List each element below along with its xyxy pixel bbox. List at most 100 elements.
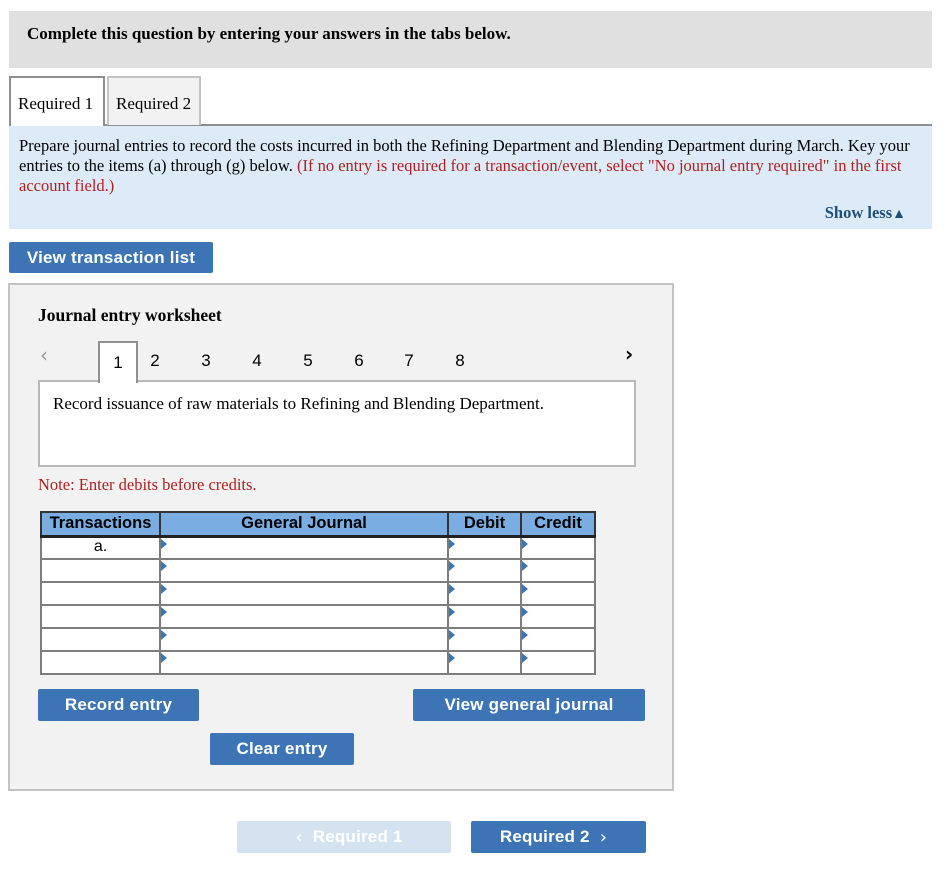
triangle-up-icon: ▲ (892, 207, 906, 222)
debit-field[interactable] (447, 558, 522, 583)
previous-required-label: Required 1 (312, 827, 403, 846)
chevron-left-icon[interactable]: ‹ (40, 343, 48, 367)
show-less-link[interactable]: Show less▲ (825, 203, 906, 225)
page-tab-2[interactable]: 2 (137, 341, 173, 381)
account-field-value[interactable] (161, 606, 447, 627)
debit-field-value[interactable] (449, 606, 520, 627)
credit-field[interactable] (520, 581, 596, 606)
header-debit: Debit (447, 511, 522, 538)
cell-marker-icon (449, 653, 455, 663)
cell-marker-icon (449, 584, 455, 594)
account-field-value[interactable] (161, 538, 447, 559)
cell-marker-icon (449, 630, 455, 640)
header-general-journal: General Journal (159, 511, 449, 538)
journal-row (40, 627, 596, 652)
debit-field[interactable] (447, 535, 522, 560)
cell-marker-icon (161, 653, 167, 663)
journal-header-row: Transactions General Journal Debit Credi… (40, 511, 596, 538)
credit-field[interactable] (520, 558, 596, 583)
credit-field-value[interactable] (522, 583, 594, 604)
credit-field-value[interactable] (522, 560, 594, 581)
debit-field[interactable] (447, 581, 522, 606)
cell-marker-icon (161, 607, 167, 617)
debit-field[interactable] (447, 604, 522, 629)
cell-marker-icon (522, 538, 528, 549)
chevron-left-icon: ‹ (295, 826, 303, 848)
page-tab-1[interactable]: 1 (98, 341, 138, 383)
credit-field-value[interactable] (522, 538, 594, 559)
journal-row (40, 581, 596, 606)
transaction-description: Record issuance of raw materials to Refi… (38, 380, 636, 467)
worksheet-title: Journal entry worksheet (38, 305, 222, 325)
journal-row (40, 604, 596, 629)
chevron-right-icon[interactable]: › (625, 342, 633, 366)
journal-row (40, 650, 596, 675)
debit-field-value[interactable] (449, 538, 520, 559)
account-field-value[interactable] (161, 629, 447, 650)
page-tab-6[interactable]: 6 (341, 341, 377, 381)
debit-field-value[interactable] (449, 583, 520, 604)
account-field-value[interactable] (161, 652, 447, 673)
chevron-right-icon: › (599, 826, 608, 848)
tab-required-2[interactable]: Required 2 (107, 76, 201, 125)
instructions-panel: Prepare journal entries to record the co… (9, 126, 932, 229)
page-tab-8[interactable]: 8 (442, 341, 478, 381)
debits-credits-note: Note: Enter debits before credits. (38, 475, 257, 494)
previous-required-button: ‹ Required 1 (237, 821, 451, 853)
cell-marker-icon (522, 607, 528, 617)
debit-field[interactable] (447, 650, 522, 675)
page-tab-5[interactable]: 5 (290, 341, 326, 381)
credit-field-value[interactable] (522, 629, 594, 650)
show-less-label: Show less (824, 203, 893, 222)
cell-marker-icon (161, 584, 167, 594)
debit-field[interactable] (447, 627, 522, 652)
credit-field[interactable] (520, 627, 596, 652)
account-field[interactable] (159, 604, 449, 629)
account-field-value[interactable] (161, 583, 447, 604)
transaction-cell (40, 627, 161, 652)
transaction-cell (40, 650, 161, 675)
credit-field[interactable] (520, 650, 596, 675)
cell-marker-icon (522, 630, 528, 640)
cell-marker-icon (522, 561, 528, 571)
clear-entry-button[interactable]: Clear entry (210, 733, 354, 765)
view-general-journal-button[interactable]: View general journal (413, 689, 645, 721)
debit-field-value[interactable] (449, 560, 520, 581)
cell-marker-icon (161, 561, 167, 571)
account-field[interactable] (159, 650, 449, 675)
credit-field[interactable] (520, 604, 596, 629)
account-field[interactable] (159, 558, 449, 583)
header-credit: Credit (520, 511, 596, 538)
transaction-cell (40, 558, 161, 583)
transaction-cell: a. (40, 535, 161, 560)
credit-field[interactable] (520, 535, 596, 560)
question-instruction-banner: Complete this question by entering your … (9, 11, 932, 68)
credit-field-value[interactable] (522, 652, 594, 673)
transaction-description-text: Record issuance of raw materials to Refi… (53, 394, 544, 413)
credit-field-value[interactable] (522, 606, 594, 627)
account-field[interactable] (159, 627, 449, 652)
tab-required-1[interactable]: Required 1 (9, 76, 105, 126)
required-tabs: Required 1 Required 2 (9, 76, 932, 126)
cell-marker-icon (449, 561, 455, 571)
journal-row: a. (40, 535, 596, 560)
record-entry-button[interactable]: Record entry (38, 689, 199, 721)
cell-marker-icon (161, 538, 167, 549)
question-instruction: Complete this question by entering your … (27, 24, 511, 43)
cell-marker-icon (449, 607, 455, 617)
cell-marker-icon (161, 630, 167, 640)
view-transaction-list-button[interactable]: View transaction list (9, 242, 213, 273)
debit-field-value[interactable] (449, 629, 520, 650)
account-field-value[interactable] (161, 560, 447, 581)
page-tab-4[interactable]: 4 (239, 341, 275, 381)
account-field[interactable] (159, 535, 449, 560)
account-field[interactable] (159, 581, 449, 606)
transaction-cell (40, 581, 161, 606)
page-tab-7[interactable]: 7 (391, 341, 427, 381)
header-transactions: Transactions (40, 511, 161, 538)
next-required-button[interactable]: Required 2 › (471, 821, 646, 853)
journal-entry-worksheet: Journal entry worksheet ‹ 1 2 3 4 5 6 7 … (8, 283, 674, 791)
debit-field-value[interactable] (449, 652, 520, 673)
page-tab-3[interactable]: 3 (188, 341, 224, 381)
cell-marker-icon (522, 584, 528, 594)
